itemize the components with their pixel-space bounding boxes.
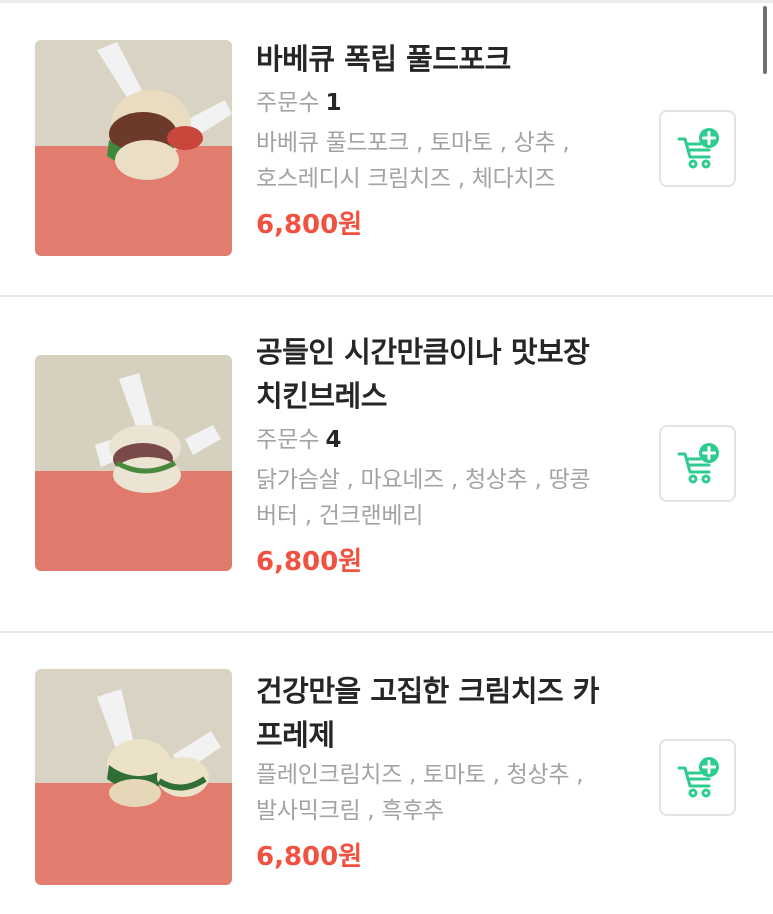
menu-item-ingredients: 바베큐 풀드포크 , 토마토 , 상추 , 호스레디시 크림치즈 , 체다치즈	[256, 130, 570, 192]
menu-list-screen: 바베큐 폭립 풀드포크 주문수 1 바베큐 풀드포크 , 토마토 , 상추 , 호…	[0, 0, 773, 914]
order-count: 주문수 4	[256, 427, 342, 453]
cart-plus-icon	[677, 442, 719, 483]
add-to-cart-button[interactable]	[659, 110, 736, 187]
menu-item-title: 공들인 시간만큼이나 맛보장 치킨브레스	[256, 335, 590, 413]
menu-item-price: 6,800원	[256, 547, 363, 577]
menu-item-info: 건강만을 고집한 크림치즈 카 프레제 플레인크림치즈 , 토마토 , 청상추 …	[256, 669, 636, 875]
cart-plus-icon	[677, 127, 719, 168]
menu-item-info: 공들인 시간만큼이나 맛보장 치킨브레스 주문수 4 닭가슴살 , 마요네즈 , …	[256, 330, 636, 580]
menu-item[interactable]: 공들인 시간만큼이나 맛보장 치킨브레스 주문수 4 닭가슴살 , 마요네즈 , …	[0, 297, 773, 633]
menu-item-ingredients: 플레인크림치즈 , 토마토 , 청상추 , 발사믹크림 , 흑후추	[256, 762, 584, 824]
menu-item[interactable]: 바베큐 폭립 풀드포크 주문수 1 바베큐 풀드포크 , 토마토 , 상추 , 호…	[0, 3, 773, 297]
order-count: 주문수 1	[256, 90, 342, 116]
menu-item-info: 바베큐 폭립 풀드포크 주문수 1 바베큐 풀드포크 , 토마토 , 상추 , 호…	[256, 37, 636, 243]
menu-item-price: 6,800원	[256, 842, 363, 872]
cart-plus-icon	[677, 756, 719, 797]
menu-item-price: 6,800원	[256, 210, 363, 240]
menu-item-title: 바베큐 폭립 풀드포크	[256, 42, 511, 76]
add-to-cart-button[interactable]	[659, 739, 736, 816]
menu-item-ingredients: 닭가슴살 , 마요네즈 , 청상추 , 땅콩 버터 , 건크랜베리	[256, 467, 591, 529]
menu-item-photo	[35, 40, 232, 256]
add-to-cart-button[interactable]	[659, 425, 736, 502]
menu-item-photo	[35, 669, 232, 885]
menu-item-title: 건강만을 고집한 크림치즈 카 프레제	[256, 674, 599, 752]
menu-item-photo	[35, 355, 232, 571]
menu-item[interactable]: 건강만을 고집한 크림치즈 카 프레제 플레인크림치즈 , 토마토 , 청상추 …	[0, 633, 773, 914]
